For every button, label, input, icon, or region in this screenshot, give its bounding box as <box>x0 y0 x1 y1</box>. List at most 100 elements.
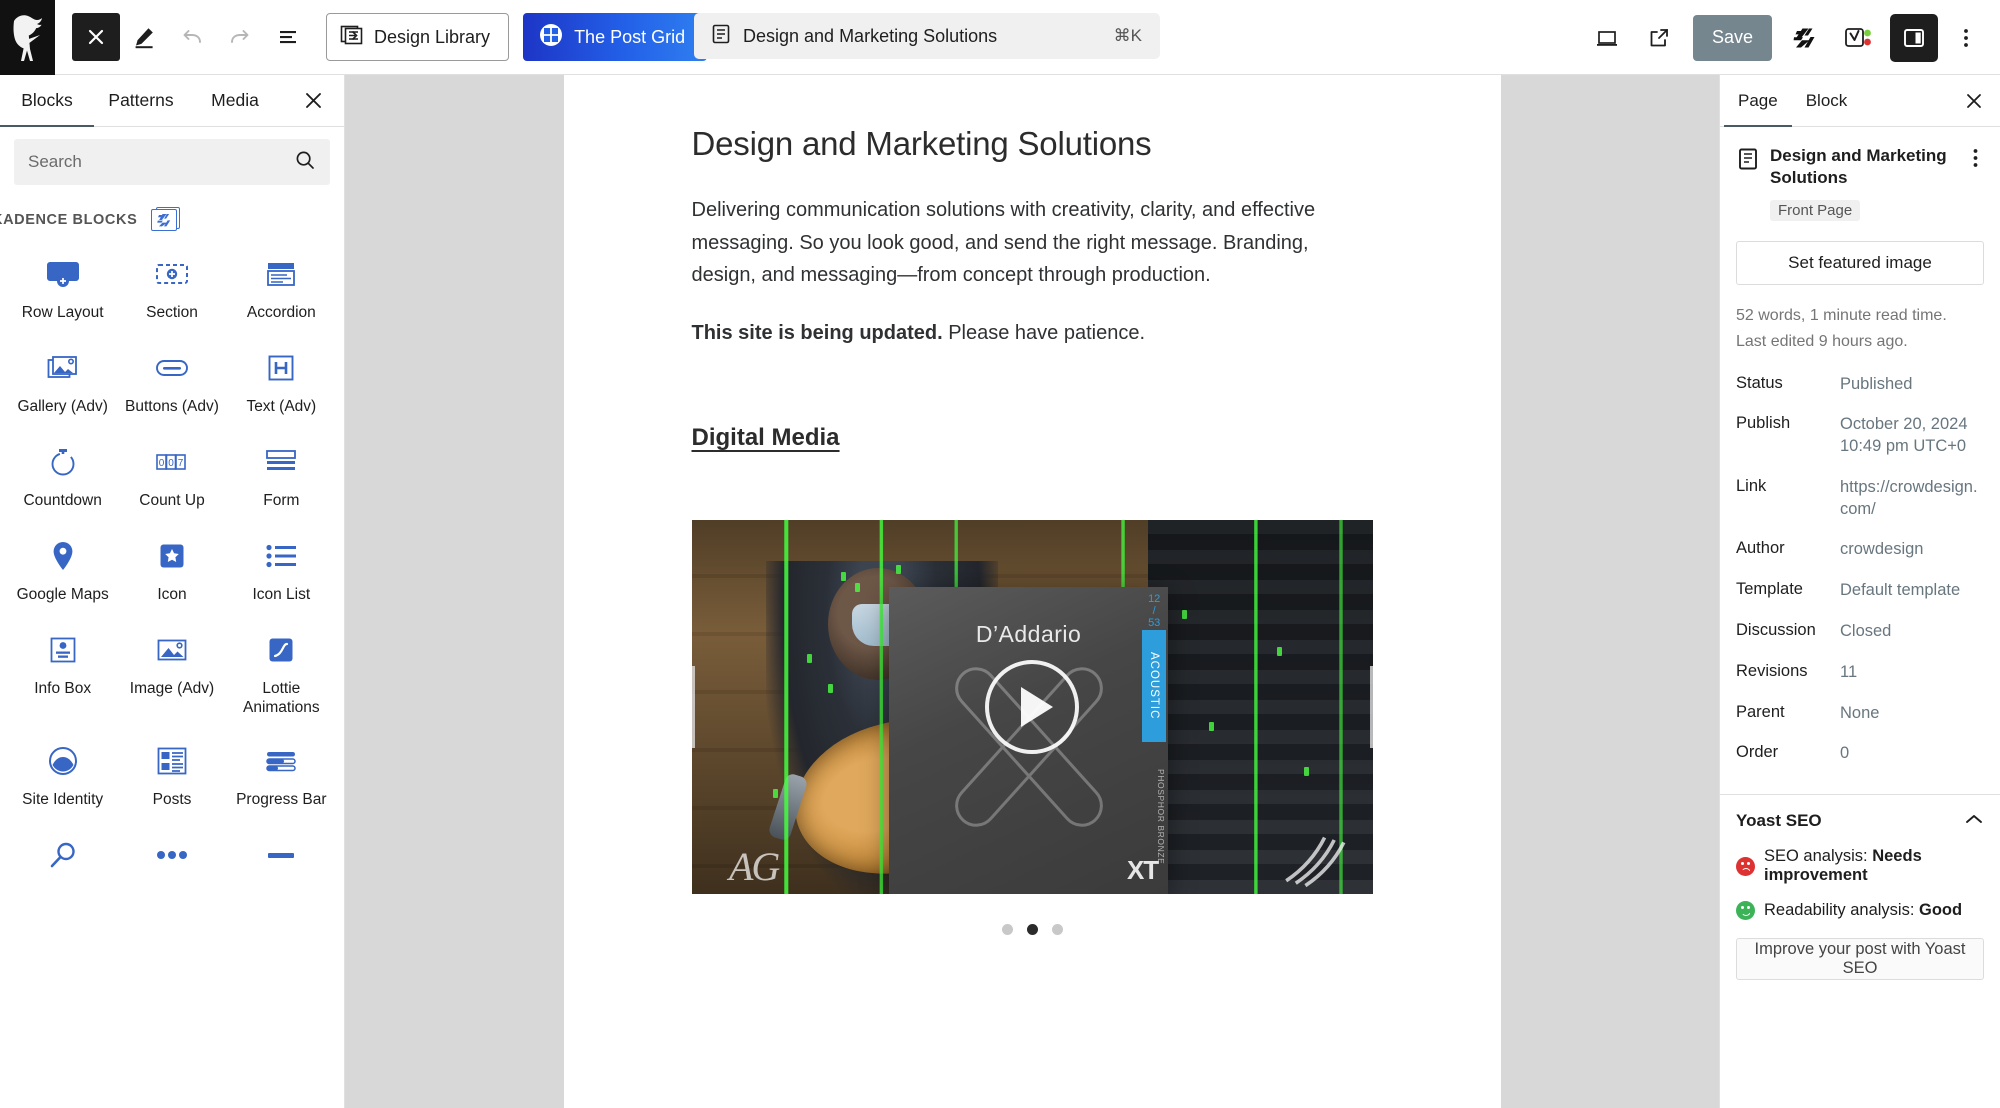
block-icon-list[interactable]: Icon List <box>227 523 336 617</box>
meta-row-publish: Publish October 20, 2024 10:49 pm UTC+0 <box>1736 414 1984 458</box>
progress-bar-icon <box>265 744 297 778</box>
meta-value-discussion[interactable]: Closed <box>1840 621 1984 643</box>
meta-value-publish[interactable]: October 20, 2024 10:49 pm UTC+0 <box>1840 414 1984 458</box>
block-site-identity[interactable]: Site Identity <box>8 728 117 822</box>
gallery-icon <box>47 351 79 385</box>
meta-key: Template <box>1736 580 1803 599</box>
block-info-box[interactable]: Info Box <box>8 617 117 728</box>
divider-icon <box>265 838 297 872</box>
block-search[interactable] <box>8 822 117 916</box>
meta-value-template[interactable]: Default template <box>1840 580 1984 602</box>
block-more-options[interactable] <box>117 822 226 916</box>
page-actions-button[interactable] <box>1964 145 1986 168</box>
yoast-seo-button[interactable] <box>1834 14 1882 62</box>
block-image-adv[interactable]: Image (Adv) <box>117 617 226 728</box>
meta-key: Publish <box>1736 414 1791 433</box>
close-settings-button[interactable] <box>1948 75 2000 126</box>
post-title-block[interactable]: Design and Marketing Solutions <box>692 123 1373 164</box>
meta-value-author[interactable]: crowdesign <box>1840 539 1984 561</box>
close-inserter-panel-button[interactable] <box>282 75 344 126</box>
tab-media[interactable]: Media <box>188 75 282 126</box>
carousel-dot[interactable] <box>1001 923 1013 935</box>
block-section[interactable]: Section <box>117 241 226 335</box>
block-countdown[interactable]: Countdown <box>8 429 117 523</box>
tab-page[interactable]: Page <box>1724 75 1792 127</box>
view-site-button[interactable] <box>1635 14 1683 62</box>
set-featured-image-button[interactable]: Set featured image <box>1736 240 1984 285</box>
posts-icon <box>157 744 187 778</box>
block-label: Google Maps <box>16 586 109 603</box>
redo-button[interactable] <box>216 13 264 61</box>
tab-blocks[interactable]: Blocks <box>0 75 94 127</box>
save-button[interactable]: Save <box>1692 14 1772 61</box>
site-logo[interactable] <box>0 0 55 75</box>
block-accordion[interactable]: Accordion <box>227 241 336 335</box>
inserter-tabs: Blocks Patterns Media <box>0 75 344 127</box>
post-grid-button[interactable]: The Post Grid <box>523 13 708 61</box>
tools-pencil-button[interactable] <box>120 13 168 61</box>
tab-block[interactable]: Block <box>1792 75 1862 126</box>
yoast-panel-header[interactable]: Yoast SEO <box>1736 811 1984 831</box>
block-count-up[interactable]: 0 0 7 Count Up <box>117 429 226 523</box>
readability-status-smile-icon <box>1736 901 1755 921</box>
block-row-layout[interactable]: Row Layout <box>8 241 117 335</box>
carousel-dot-active[interactable] <box>1026 923 1038 935</box>
site-identity-icon <box>48 744 78 778</box>
paragraph-block-notice[interactable]: This site is being updated. Please have … <box>692 317 1373 349</box>
crow-bird-icon <box>13 15 42 61</box>
icon-list-icon <box>265 539 297 573</box>
block-buttons-adv[interactable]: Buttons (Adv) <box>117 335 226 429</box>
document-command-bar[interactable]: Design and Marketing Solutions ⌘K <box>694 13 1160 59</box>
block-label: Posts <box>152 790 192 808</box>
block-divider[interactable] <box>227 822 336 916</box>
block-inserter-panel: Blocks Patterns Media Search KADENCE BLO… <box>0 75 345 1108</box>
block-type-grid: Row Layout Section Accordion Gallery (Ad… <box>0 237 344 1108</box>
block-posts[interactable]: Posts <box>117 728 226 822</box>
block-icon[interactable]: Icon <box>117 523 226 617</box>
block-label: Gallery (Adv) <box>17 398 108 415</box>
inserter-search-wrapper <box>0 127 344 195</box>
readability-analysis-row: Readability analysis: Good <box>1736 901 1984 921</box>
post-content: Design and Marketing Solutions Deliverin… <box>564 75 1501 969</box>
paragraph-block-intro[interactable]: Delivering communication solutions with … <box>692 194 1373 291</box>
search-input[interactable] <box>28 152 294 172</box>
post-grid-icon <box>539 23 563 52</box>
block-group-title: KADENCE BLOCKS <box>0 212 138 228</box>
undo-button[interactable] <box>168 13 216 61</box>
page-summary-header: Design and Marketing Solutions <box>1720 127 2000 196</box>
play-button[interactable] <box>985 659 1079 754</box>
meta-value-order[interactable]: 0 <box>1840 743 1984 765</box>
close-inserter-button[interactable] <box>72 13 120 61</box>
block-progress-bar[interactable]: Progress Bar <box>227 728 336 822</box>
heading-block-digital-media[interactable]: Digital Media <box>692 424 840 452</box>
page-meta-list: Status Published Publish October 20, 202… <box>1720 356 2000 790</box>
meta-row-parent: Parent None <box>1736 703 1984 725</box>
list-view-button[interactable] <box>264 13 312 61</box>
carousel-prev-arrow[interactable] <box>691 665 695 748</box>
meta-value-link[interactable]: https://crowdesign.com/ <box>1840 477 1984 521</box>
tab-patterns[interactable]: Patterns <box>94 75 188 126</box>
more-options-button[interactable] <box>1942 14 1990 62</box>
meta-key: Discussion <box>1736 621 1816 640</box>
carousel-next-arrow[interactable] <box>1369 665 1373 748</box>
carousel-dot[interactable] <box>1051 923 1063 935</box>
block-google-maps[interactable]: Google Maps <box>8 523 117 617</box>
page-title: Design and Marketing Solutions <box>1770 146 1947 188</box>
kadence-settings-button[interactable] <box>1782 14 1830 62</box>
device-preview-button[interactable] <box>1583 14 1631 62</box>
block-form[interactable]: Form <box>227 429 336 523</box>
block-lottie-animations[interactable]: Lottie Animations <box>227 617 336 728</box>
block-label: Progress Bar <box>236 790 327 808</box>
block-text-adv[interactable]: Text (Adv) <box>227 335 336 429</box>
info-box-icon <box>49 633 77 667</box>
improve-post-yoast-button[interactable]: Improve your post with Yoast SEO <box>1736 938 1984 981</box>
carousel-slide[interactable]: AG D’Addario 12 / 53 ACOUSTIC PHOSPHOR B… <box>691 519 1373 894</box>
meta-value-parent[interactable]: None <box>1840 703 1984 725</box>
meta-value-revisions[interactable]: 11 <box>1840 662 1984 684</box>
settings-sidebar-toggle[interactable] <box>1890 13 1938 62</box>
post-canvas: Design and Marketing Solutions Deliverin… <box>563 75 1501 1108</box>
meta-value-status[interactable]: Published <box>1840 374 1984 396</box>
design-library-button[interactable]: Design Library <box>326 13 510 61</box>
block-gallery-adv[interactable]: Gallery (Adv) <box>8 335 117 429</box>
svg-text:7: 7 <box>178 458 184 469</box>
